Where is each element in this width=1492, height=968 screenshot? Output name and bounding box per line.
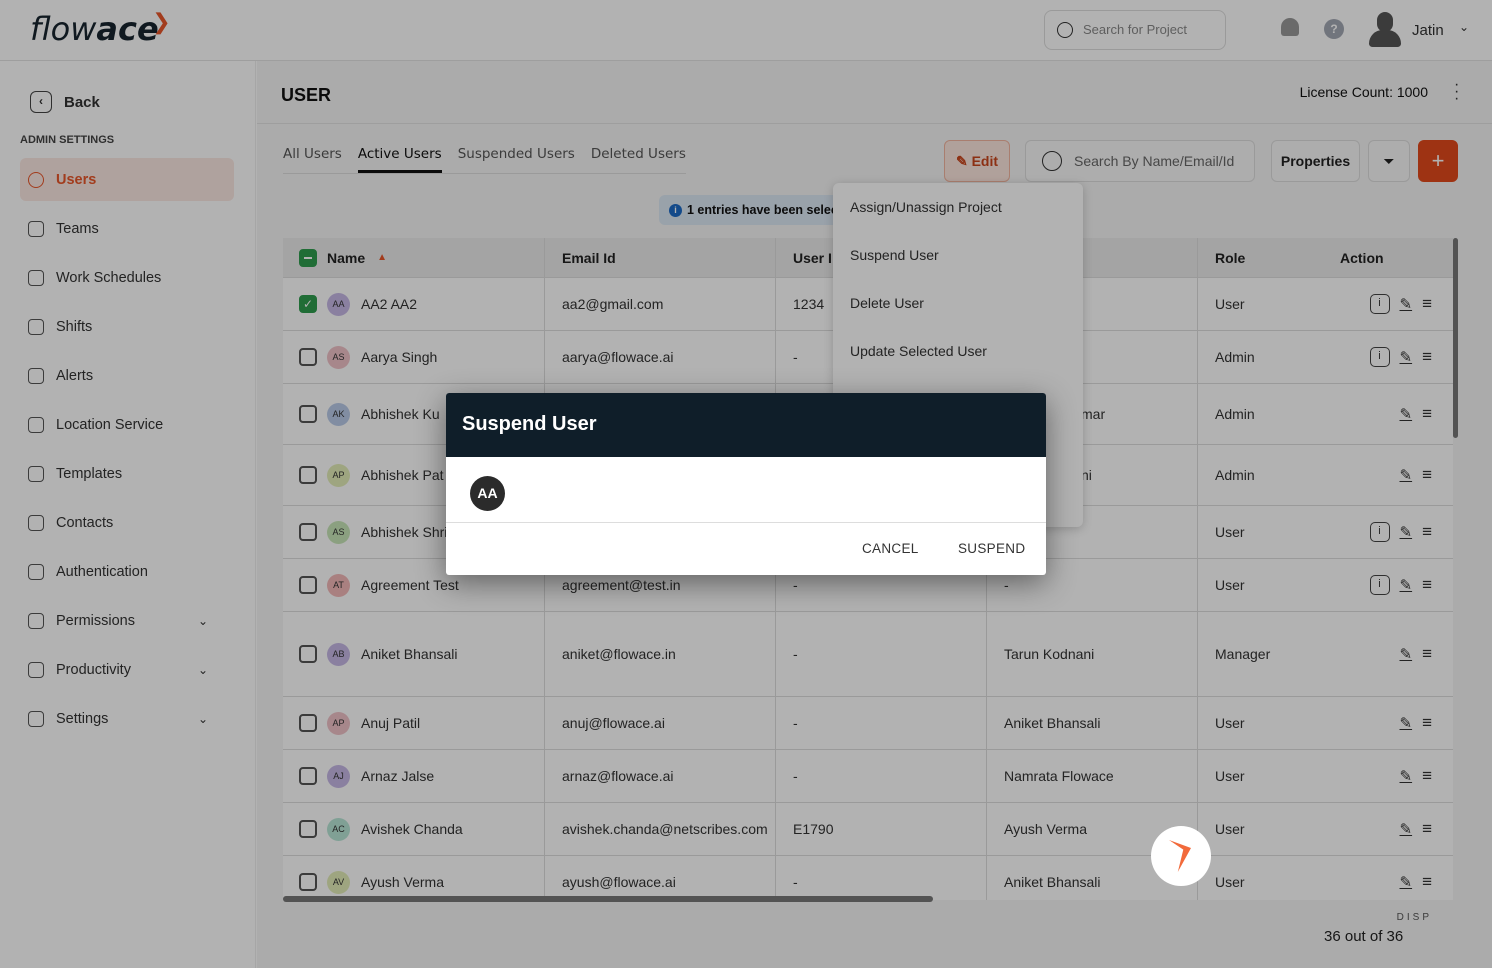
suspend-button[interactable]: SUSPEND (958, 541, 1025, 556)
selected-user-avatar: AA (470, 476, 505, 511)
suspend-user-dialog: Suspend User AA CANCEL SUSPEND (446, 393, 1046, 575)
chat-widget-button[interactable] (1151, 826, 1211, 886)
cancel-button[interactable]: CANCEL (862, 541, 919, 556)
dialog-title: Suspend User (446, 393, 1046, 457)
